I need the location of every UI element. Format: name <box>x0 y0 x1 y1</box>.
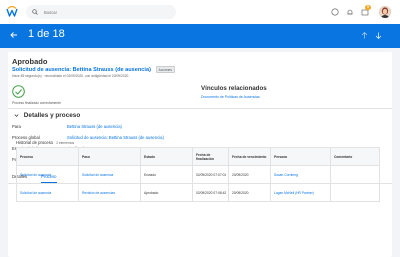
subject-link[interactable]: Solicitud de ausencia: Bettina Strauss (… <box>12 66 175 73</box>
search-input[interactable]: Buscar <box>26 5 176 19</box>
record-counter: 1 de 18 <box>28 28 65 40</box>
table-cell-link[interactable]: Solicitud de ausencia <box>78 165 141 184</box>
table-cell-link[interactable]: Susan Cornberg <box>270 165 331 184</box>
table-cell: 02/09/2020 07:07:01 <box>192 165 229 184</box>
process-history-title: Historial de proceso 2 elementos <box>16 140 74 145</box>
table-cell-link[interactable]: Solicitud de ausencia <box>16 183 79 202</box>
detail-value-link[interactable]: Bettina Strauss (de ausencia) <box>67 124 122 129</box>
details-section-title[interactable]: Detalles y proceso <box>14 112 80 119</box>
column-header[interactable]: Proceso <box>16 147 79 166</box>
record-meta: Hace 85 segundo(s) · reconciliado el 02/… <box>12 74 129 78</box>
column-header[interactable]: Fecha de finalización <box>192 147 229 166</box>
table-cell <box>330 165 380 184</box>
related-links-title: Vínculos relacionados <box>201 85 267 92</box>
column-header[interactable]: Paso <box>78 147 141 166</box>
record-header: 1 de 18 <box>0 24 400 48</box>
table-row: Solicitud de ausencia Revisión de ausenc… <box>16 183 380 202</box>
search-placeholder: Buscar <box>44 9 58 15</box>
table-cell: 02/09/2020 07:08:42 <box>192 183 229 202</box>
table-row: Solicitud de ausencia Solicitud de ausen… <box>16 165 380 184</box>
history-title: Historial de proceso <box>16 140 54 145</box>
bell-icon[interactable] <box>346 8 354 16</box>
process-history-table: Proceso Paso Estado Fecha de finalizació… <box>16 147 380 202</box>
table-cell: 20/09/2020 <box>228 165 271 184</box>
divider <box>8 108 392 109</box>
workday-logo-icon[interactable] <box>6 5 18 18</box>
subject-text[interactable]: Solicitud de ausencia: Bettina Strauss (… <box>12 67 151 73</box>
detail-value-link[interactable]: Solicitud de ausencia: Bettina Strauss (… <box>67 135 164 140</box>
search-icon <box>32 9 38 15</box>
chevron-down-icon[interactable] <box>14 113 19 118</box>
column-header[interactable]: Estado <box>140 147 193 166</box>
notification-badge: 9 <box>365 5 371 10</box>
avatar[interactable] <box>379 6 391 18</box>
top-bar: Buscar 9 <box>0 0 400 24</box>
actions-tag[interactable]: Acciones <box>155 66 175 73</box>
column-header[interactable]: Persona <box>270 147 331 166</box>
table-cell-link[interactable]: Revisión de ausencias <box>78 183 141 202</box>
table-cell-link[interactable]: Logan McNeil (HR Partner) <box>270 183 331 202</box>
column-header[interactable]: Comentario <box>330 147 380 166</box>
column-header[interactable]: Fecha de vencimiento <box>228 147 271 166</box>
detail-row: Para Bettina Strauss (de ausencia) <box>12 124 122 129</box>
table-cell <box>330 183 380 202</box>
table-cell: Aprobado <box>140 183 193 202</box>
details-section-label: Detalles y proceso <box>23 112 81 119</box>
process-status-label: Proceso finalizado correctamente <box>12 101 61 105</box>
related-link[interactable]: Documento de Políticas de Ausencias <box>201 95 260 99</box>
table-header-row: Proceso Paso Estado Fecha de finalizació… <box>16 147 380 166</box>
status-title: Aprobado <box>12 57 48 66</box>
table-cell: Enviado <box>140 165 193 184</box>
back-arrow-icon[interactable] <box>10 31 18 39</box>
detail-label: Para <box>12 124 21 129</box>
arrow-down-icon[interactable] <box>375 32 382 39</box>
arrow-up-icon[interactable] <box>361 32 368 39</box>
table-cell: 20/09/2020 <box>228 183 271 202</box>
success-check-icon <box>12 85 25 98</box>
chat-icon[interactable] <box>331 8 339 16</box>
table-cell-link[interactable]: Solicitud de ausencia <box>16 165 79 184</box>
history-count: 2 elementos <box>56 141 75 145</box>
